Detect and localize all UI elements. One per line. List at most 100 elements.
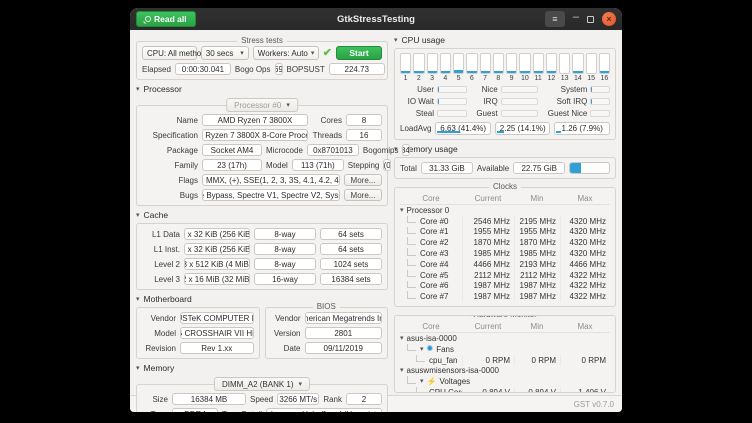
mb-model-value[interactable]: ROG CROSSHAIR VII HERO <box>180 327 254 339</box>
microcode-label: Microcode <box>266 146 303 155</box>
cache-expander[interactable]: ▾ Cache <box>136 210 388 220</box>
hwmon-chip-row[interactable]: ▾asus-isa-0000 <box>400 333 610 344</box>
hwmon-chip-row[interactable]: ▾asuswmisensors-isa-0000 <box>400 366 610 377</box>
bugs-value[interactable]: Spec Store Bypass, Spectre V1, Spectre V… <box>202 189 340 201</box>
bogomips-value[interactable]: 7784.84 <box>402 144 410 156</box>
tree-branch-icon <box>407 281 416 288</box>
expander-arrow-icon: ▾ <box>394 37 398 44</box>
read-all-label: Read all <box>154 14 187 24</box>
cache-size-value[interactable]: 8 x 512 KiB (4 MiB) <box>184 258 250 270</box>
hwmon-table-header[interactable]: Core Current Min Max <box>400 320 610 333</box>
family-value[interactable]: 23 (17h) <box>202 159 262 171</box>
lightning-icon: ⚡ <box>427 378 437 386</box>
mem-speed-value[interactable]: 3266 MT/s <box>277 393 319 405</box>
elapsed-label: Elapsed <box>142 65 171 74</box>
package-value[interactable]: Socket AM4 <box>202 144 262 156</box>
start-button[interactable]: Start <box>336 46 382 60</box>
cache-way-value[interactable]: 8-way <box>254 243 316 255</box>
model-value[interactable]: 113 (71h) <box>292 159 344 171</box>
cache-sets-value[interactable]: 1024 sets <box>320 258 382 270</box>
cpu-usage-expander[interactable]: ▾ CPU usage <box>394 35 616 45</box>
dimm-selector[interactable]: DIMM_A2 (BANK 1)▾ <box>214 377 310 391</box>
flags-label: Flags <box>142 176 198 185</box>
clocks-table-header[interactable]: Core Current Min Max <box>400 192 610 205</box>
mem-available-value[interactable]: 22.75 GiB <box>513 162 565 174</box>
clock-row[interactable]: Core #61987 MHz1987 MHz4322 MHz <box>400 281 610 292</box>
bios-version-value[interactable]: 2801 <box>305 327 383 339</box>
clock-row[interactable]: Core #02546 MHz2195 MHz4320 MHz <box>400 216 610 227</box>
memory-usage-progressbar <box>569 162 610 174</box>
clock-row[interactable]: Core #71987 MHz1987 MHz4322 MHz <box>400 291 610 302</box>
cache-sets-value[interactable]: 64 sets <box>320 228 382 240</box>
elapsed-value[interactable]: 0:00:30.041 <box>175 63 231 75</box>
threads-value[interactable]: 16 <box>346 129 382 141</box>
read-all-button[interactable]: Read all <box>136 11 196 27</box>
mb-vendor-value[interactable]: ASUSTeK COMPUTER INC. <box>180 312 254 324</box>
cpu-core-bar <box>440 53 451 74</box>
cache-size-value[interactable]: 8 x 32 KiB (256 KiB) <box>184 228 250 240</box>
hwmon-sensor-row[interactable]: CPU Core Voltage0.894 V0.894 V1.406 V <box>400 387 610 393</box>
mem-type-detail-value[interactable]: Synchronous Unbuffered (Unregistered) <box>266 408 382 412</box>
cpu-core-bar <box>413 53 424 74</box>
hamburger-menu-icon[interactable]: ≡ <box>545 11 565 27</box>
cache-size-value[interactable]: 8 x 32 KiB (256 KiB) <box>184 243 250 255</box>
cpu-name-value[interactable]: AMD Ryzen 7 3800X <box>202 114 308 126</box>
mem-total-label: Total <box>400 164 417 173</box>
cache-way-value[interactable]: 16-way <box>254 273 316 285</box>
mem-size-value[interactable]: 16384 MB <box>172 393 246 405</box>
close-icon[interactable]: × <box>602 12 616 26</box>
processor-expander-label: Processor <box>144 84 182 94</box>
cache-size-value[interactable]: 2 x 16 MiB (32 MiB) <box>184 273 250 285</box>
microcode-value[interactable]: 0x8701013 <box>307 144 359 156</box>
bios-vendor-value[interactable]: American Megatrends Inc. <box>305 312 383 324</box>
clocks-group-row[interactable]: ▾Processor 0 <box>400 205 610 216</box>
flags-more-button[interactable]: More... <box>344 174 382 186</box>
cache-way-value[interactable]: 8-way <box>254 258 316 270</box>
memory-usage-expander[interactable]: ▾ Memory usage <box>394 144 616 154</box>
motherboard-expander[interactable]: ▾ Motherboard <box>136 294 388 304</box>
clock-row[interactable]: Core #44466 MHz2193 MHz4466 MHz <box>400 259 610 270</box>
hwmon-fans-group-row[interactable]: ▾✺Fans <box>400 344 610 355</box>
clock-row[interactable]: Core #21870 MHz1870 MHz4320 MHz <box>400 237 610 248</box>
expander-arrow-icon: ▾ <box>136 86 140 93</box>
clock-row[interactable]: Core #31985 MHz1985 MHz4320 MHz <box>400 248 610 259</box>
processor-expander[interactable]: ▾ Processor <box>136 84 388 94</box>
specification-label: Specification <box>142 131 198 140</box>
mb-revision-value[interactable]: Rev 1.xx <box>180 342 254 354</box>
mb-vendor-label: Vendor <box>142 314 176 323</box>
mem-total-value[interactable]: 31.33 GiB <box>421 162 473 174</box>
mem-rank-value[interactable]: 2 <box>346 393 382 405</box>
stepping-value[interactable]: 0 (0h) <box>383 159 391 171</box>
expander-arrow-icon: ▾ <box>136 365 140 372</box>
hwmon-sensor-row[interactable]: cpu_fan 0 RPM0 RPM0 RPM <box>400 355 610 366</box>
cores-value[interactable]: 8 <box>346 114 382 126</box>
cache-sets-value[interactable]: 16384 sets <box>320 273 382 285</box>
system-bar <box>590 86 610 93</box>
threads-label: Threads <box>312 131 342 140</box>
stress-workers-select[interactable]: Workers: Auto▾ <box>253 46 319 60</box>
bios-vendor-label: Vendor <box>271 314 301 323</box>
bios-date-value[interactable]: 09/11/2019 <box>305 342 383 354</box>
cpu-core-number: 13 <box>559 75 570 82</box>
steal-label: Steal <box>400 109 434 118</box>
stress-duration-select[interactable]: 30 secs▾ <box>201 46 249 60</box>
flags-value[interactable]: MMX, (+), SSE(1, 2, 3, 3S, 4.1, 4.2, 4A)… <box>202 174 340 186</box>
cpu-core-number: 4 <box>440 75 451 82</box>
maximize-icon[interactable] <box>587 16 594 23</box>
bogo-ops-value[interactable]: 106979 <box>275 63 283 75</box>
clock-row[interactable]: Core #11955 MHz1955 MHz4320 MHz <box>400 227 610 238</box>
clock-row[interactable]: Core #52112 MHz2112 MHz4322 MHz <box>400 270 610 281</box>
cache-sets-value[interactable]: 64 sets <box>320 243 382 255</box>
mem-type-value[interactable]: DDR4 <box>172 408 218 412</box>
cache-way-value[interactable]: 8-way <box>254 228 316 240</box>
minimize-icon[interactable]: – <box>573 15 579 24</box>
specification-value[interactable]: AMD Ryzen 7 3800X 8-Core Processor <box>202 129 308 141</box>
magnifier-icon <box>145 16 151 22</box>
stress-method-select[interactable]: CPU: All methods▾ <box>142 46 197 60</box>
bopsust-value[interactable]: 224.73 <box>329 63 385 75</box>
hwmon-voltages-group-row[interactable]: ▾⚡Voltages <box>400 376 610 387</box>
processor-selector[interactable]: Processor #0▾ <box>226 98 298 112</box>
memory-expander[interactable]: ▾ Memory <box>136 363 388 373</box>
mb-revision-label: Revision <box>142 344 176 353</box>
bugs-more-button[interactable]: More... <box>344 189 382 201</box>
